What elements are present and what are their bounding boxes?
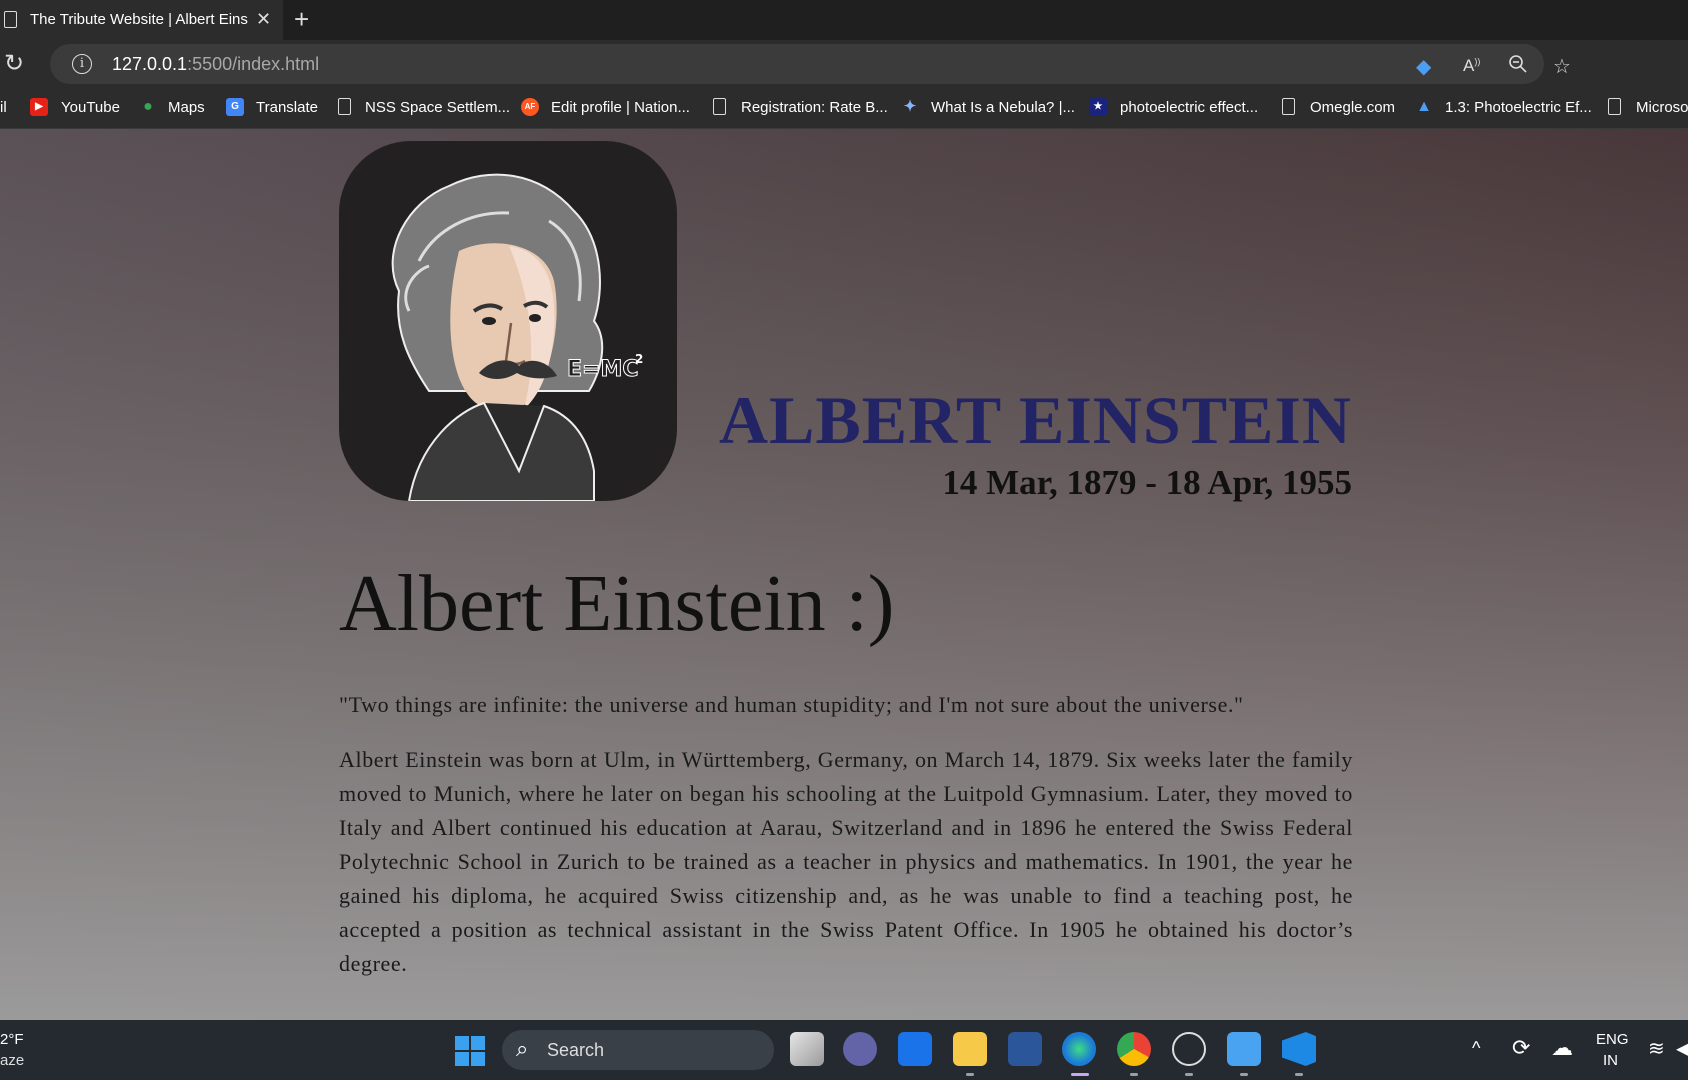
bookmark-youtube[interactable]: YouTube xyxy=(61,99,120,116)
show-hidden-icons-icon[interactable]: ^ xyxy=(1472,1038,1480,1059)
bookmark-omegle[interactable]: Omegle.com xyxy=(1310,99,1395,116)
chrome-icon[interactable] xyxy=(1117,1032,1151,1066)
af-icon: AF xyxy=(521,98,539,116)
price-tag-icon[interactable]: ◆ xyxy=(1416,54,1431,79)
bookmark-mail[interactable]: il xyxy=(0,99,7,116)
edge-icon[interactable] xyxy=(1062,1032,1096,1066)
running-indicator xyxy=(1130,1073,1138,1076)
task-view-icon[interactable] xyxy=(790,1032,824,1066)
emc2-exponent: 2 xyxy=(635,352,643,366)
star-icon: ★ xyxy=(1089,98,1107,116)
reload-icon[interactable]: ↻ xyxy=(4,49,24,78)
flask-icon: ▲ xyxy=(1416,98,1432,115)
bookmark-nebula[interactable]: What Is a Nebula? |... xyxy=(931,99,1075,116)
active-indicator xyxy=(1071,1073,1089,1076)
name-heading: ALBERT EINSTEIN xyxy=(718,382,1352,458)
weather-temperature[interactable]: 2°F xyxy=(0,1031,24,1048)
running-indicator xyxy=(966,1073,974,1076)
read-aloud-icon[interactable]: A)) xyxy=(1463,56,1480,76)
zoom-out-icon[interactable] xyxy=(1508,54,1528,80)
bookmark-nss[interactable]: NSS Space Settlem... xyxy=(365,99,510,116)
life-dates: 14 Mar, 1879 - 18 Apr, 1955 xyxy=(942,463,1352,502)
browser-toolbar: ↻ i 127.0.0.1:5500/index.html ◆ A)) ☆ ⧉ … xyxy=(0,40,1688,114)
search-icon: ⌕ xyxy=(516,1036,529,1061)
address-bar[interactable]: i 127.0.0.1:5500/index.html ◆ A)) ☆ xyxy=(50,44,1571,84)
sync-icon[interactable]: ⟳ xyxy=(1512,1035,1530,1061)
vscode-icon[interactable] xyxy=(1282,1032,1316,1066)
mail-icon[interactable] xyxy=(898,1032,932,1066)
bookmark-registration[interactable]: Registration: Rate B... xyxy=(741,99,888,116)
bookmarks-bar: il ▶ YouTube ● Maps G Translate NSS Spac… xyxy=(0,88,1688,129)
windows-start-icon[interactable] xyxy=(455,1036,485,1066)
obs-icon[interactable] xyxy=(1172,1032,1206,1066)
word-icon[interactable] xyxy=(1008,1032,1042,1066)
site-info-icon[interactable]: i xyxy=(72,54,92,74)
page-viewport: E=MC 2 ALBERT EINSTEIN 14 Mar, 1879 - 18… xyxy=(0,129,1688,1020)
url-host: 127.0.0.1 xyxy=(112,54,188,74)
page-icon xyxy=(4,11,17,28)
input-language[interactable]: ENG xyxy=(1596,1031,1629,1048)
page-title: Albert Einstein :) xyxy=(339,560,895,648)
bookmark-edit-profile[interactable]: Edit profile | Nation... xyxy=(551,99,690,116)
bookmark-photoelectric-2[interactable]: 1.3: Photoelectric Ef... xyxy=(1445,99,1592,116)
maps-icon: ● xyxy=(143,98,153,115)
nebula-icon: ✦ xyxy=(903,98,917,115)
page-content: E=MC 2 ALBERT EINSTEIN 14 Mar, 1879 - 18… xyxy=(0,129,1688,1020)
url-path: :5500/index.html xyxy=(187,54,320,74)
new-tab-icon[interactable]: + xyxy=(294,6,309,32)
volume-icon[interactable]: ◀ xyxy=(1676,1036,1688,1061)
weather-condition[interactable]: aze xyxy=(0,1052,24,1069)
bookmark-maps[interactable]: Maps xyxy=(168,99,205,116)
url-text[interactable]: 127.0.0.1:5500/index.html xyxy=(112,54,319,75)
biography-paragraph: Albert Einstein was born at Ulm, in Würt… xyxy=(339,747,1353,976)
running-indicator xyxy=(1295,1073,1303,1076)
youtube-icon: ▶ xyxy=(30,98,48,116)
tab-strip: The Tribute Website | Albert Einst ✕ + xyxy=(0,0,1688,40)
wifi-icon[interactable]: ≋ xyxy=(1648,1036,1665,1061)
emc2-formula: E=MC xyxy=(567,357,639,382)
running-indicator xyxy=(1185,1073,1193,1076)
tab-title: The Tribute Website | Albert Einst xyxy=(30,11,248,28)
page-icon xyxy=(1282,98,1295,115)
taskbar-search[interactable]: ⌕ Search xyxy=(502,1030,774,1070)
taskbar: 2°F aze ⌕ Search ^ ⟳ ☁ ENG IN ≋ ◀ xyxy=(0,1020,1688,1080)
browser-tab-active[interactable]: The Tribute Website | Albert Einst ✕ xyxy=(0,0,283,40)
onedrive-icon[interactable]: ☁ xyxy=(1551,1035,1573,1061)
bookmark-microsoft[interactable]: Microso xyxy=(1636,99,1688,116)
page-icon xyxy=(713,98,726,115)
bookmark-photoelectric[interactable]: photoelectric effect... xyxy=(1120,99,1258,116)
close-tab-icon[interactable]: ✕ xyxy=(256,9,271,30)
page-icon xyxy=(338,98,351,115)
running-indicator xyxy=(1240,1073,1248,1076)
camera-icon[interactable] xyxy=(1227,1032,1261,1066)
search-label: Search xyxy=(547,1040,605,1060)
translate-icon: G xyxy=(226,98,244,116)
add-favorite-icon[interactable]: ☆ xyxy=(1553,54,1571,79)
page-icon xyxy=(1608,98,1621,115)
bookmark-translate[interactable]: Translate xyxy=(256,99,318,116)
input-region[interactable]: IN xyxy=(1603,1052,1618,1069)
file-explorer-icon[interactable] xyxy=(953,1032,987,1066)
chat-icon[interactable] xyxy=(843,1032,877,1066)
einstein-quote: "Two things are infinite: the universe a… xyxy=(339,692,1244,717)
